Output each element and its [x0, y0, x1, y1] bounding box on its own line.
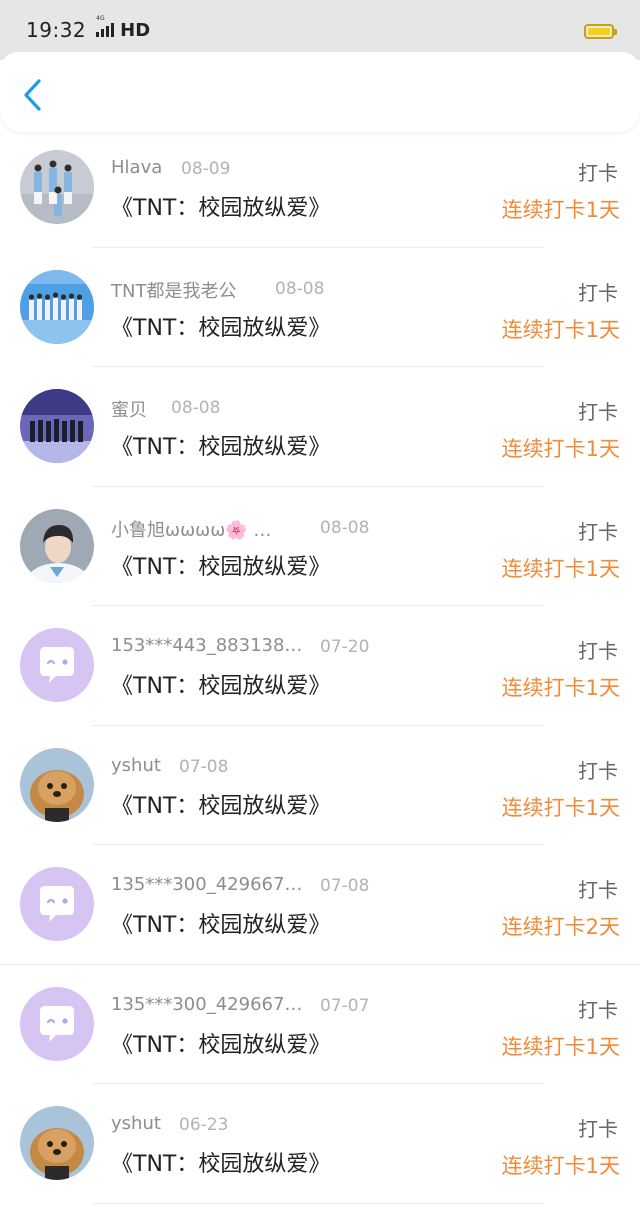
divider: [92, 844, 544, 845]
avatar[interactable]: [20, 986, 94, 1061]
streak-count: 连续打卡1天: [501, 795, 620, 820]
network-label: 4G: [96, 15, 105, 22]
avatar[interactable]: [20, 747, 94, 822]
book-title[interactable]: 《TNT：校园放纵爱》: [111, 668, 330, 700]
list-item[interactable]: 蜜贝 08-08 《TNT：校园放纵爱》 打卡连续打卡1天: [0, 379, 640, 499]
avatar[interactable]: [20, 150, 94, 224]
book-title[interactable]: 《TNT：校园放纵爱》: [111, 788, 330, 820]
user-name[interactable]: yshut: [111, 1113, 161, 1134]
checkin-label: 打卡: [578, 161, 618, 185]
checkin-label: 打卡: [578, 997, 618, 1022]
checkin-label: 打卡: [578, 280, 618, 305]
checkin-label: 打卡: [578, 1117, 618, 1141]
checkin-label: 打卡: [578, 519, 618, 544]
book-title[interactable]: 《TNT：校园放纵爱》: [111, 429, 330, 461]
checkin-label: 打卡: [578, 400, 618, 424]
user-name[interactable]: 蜜贝: [111, 396, 147, 422]
avatar[interactable]: [20, 269, 94, 344]
status-bar: 19:32 4G HD: [0, 0, 640, 60]
list-item[interactable]: Hlava 08-09 《TNT：校园放纵爱》 打卡连续打卡1天: [0, 140, 640, 260]
battery-icon: [584, 24, 617, 39]
list-item[interactable]: 135***300_429667… 07-08 《TNT：校园放纵爱》 打卡连续打卡2…: [0, 857, 640, 977]
book-title[interactable]: 《TNT：校园放纵爱》: [111, 1027, 330, 1059]
divider: [92, 366, 544, 367]
divider: [0, 963, 640, 965]
streak-count: 连续打卡1天: [501, 198, 620, 222]
list-item[interactable]: 小鲁旭ωωωω🌸 … 08-08 《TNT：校园放纵爱》 打卡连续打卡1天: [0, 499, 640, 619]
user-name[interactable]: 135***300_429667…: [111, 874, 302, 895]
checkin-date: 07-20: [320, 637, 370, 657]
checkin-label: 打卡: [578, 639, 618, 663]
avatar[interactable]: [20, 508, 94, 583]
checkin-date: 07-07: [320, 995, 370, 1016]
avatar-photo: [20, 508, 94, 583]
avatar-photo: [20, 269, 94, 344]
streak-count: 连续打卡1天: [501, 1154, 620, 1178]
divider: [92, 1083, 544, 1084]
chevron-left-icon: [24, 79, 41, 111]
divider: [92, 485, 544, 487]
checkin-date: 08-08: [275, 278, 325, 299]
back-button[interactable]: [18, 78, 50, 112]
user-name[interactable]: Hlava: [111, 157, 162, 178]
checkin-list: Hlava 08-09 《TNT：校园放纵爱》 打卡 连续打卡1天 TNT都是我老公 08-…: [0, 140, 640, 1216]
checkin-label: 打卡: [578, 758, 618, 783]
avatar[interactable]: [20, 1106, 94, 1180]
signal-icon: 4G: [96, 15, 116, 37]
avatar-photo: [20, 150, 94, 224]
avatar-photo: [20, 747, 94, 822]
list-item[interactable]: 135***300_429667… 07-07 《TNT：校园放纵爱》 打卡连续打卡1…: [0, 977, 640, 1097]
divider: [92, 246, 544, 248]
checkin-date: 07-08: [320, 876, 370, 896]
book-title[interactable]: 《TNT：校园放纵爱》: [111, 549, 330, 581]
nav-bar: [0, 52, 640, 132]
book-title[interactable]: 《TNT：校园放纵爱》: [111, 310, 330, 342]
status-time: 19:32: [26, 18, 87, 42]
user-name[interactable]: 小鲁旭ωωωω🌸 …: [111, 516, 271, 542]
default-avatar-chat-icon: [20, 628, 94, 702]
default-avatar-chat-icon: [20, 867, 94, 941]
divider: [92, 605, 544, 606]
checkin-date: 06-23: [179, 1115, 229, 1135]
avatar[interactable]: [20, 867, 94, 941]
book-title[interactable]: 《TNT：校园放纵爱》: [111, 907, 330, 939]
hd-label: HD: [120, 19, 151, 41]
streak-count: 连续打卡1天: [501, 437, 620, 461]
checkin-date: 08-08: [320, 517, 370, 538]
book-title[interactable]: 《TNT：校园放纵爱》: [111, 1146, 330, 1178]
list-item[interactable]: 153***443_883138… 07-20 《TNT：校园放纵爱》 打卡连续打卡1…: [0, 618, 640, 738]
streak-count: 连续打卡2天: [501, 915, 620, 939]
user-name[interactable]: 135***300_429667…: [111, 994, 302, 1015]
checkin-date: 08-08: [171, 398, 221, 418]
list-item[interactable]: yshut 06-23 《TNT：校园放纵爱》 打卡连续打卡1天: [0, 1096, 640, 1216]
avatar[interactable]: [20, 628, 94, 702]
list-item[interactable]: TNT都是我老公 08-08 《TNT：校园放纵爱》 打卡连续打卡1天: [0, 260, 640, 380]
streak-count: 连续打卡1天: [501, 676, 620, 700]
avatar-photo: [20, 1106, 94, 1180]
default-avatar-chat-icon: [20, 986, 94, 1061]
streak-count: 连续打卡1天: [501, 317, 620, 342]
streak-count: 连续打卡1天: [501, 556, 620, 581]
checkin-date: 08-09: [181, 159, 231, 179]
checkin-label: 打卡: [578, 878, 618, 902]
avatar-photo: [20, 389, 94, 463]
user-name[interactable]: yshut: [111, 755, 161, 776]
list-item[interactable]: yshut 07-08 《TNT：校园放纵爱》 打卡连续打卡1天: [0, 738, 640, 858]
user-name[interactable]: 153***443_883138…: [111, 635, 302, 656]
user-name[interactable]: TNT都是我老公: [111, 277, 236, 303]
avatar[interactable]: [20, 389, 94, 463]
checkin-date: 07-08: [179, 756, 229, 777]
streak-count: 连续打卡1天: [501, 1034, 620, 1059]
divider: [92, 724, 544, 726]
book-title[interactable]: 《TNT：校园放纵爱》: [111, 190, 330, 222]
